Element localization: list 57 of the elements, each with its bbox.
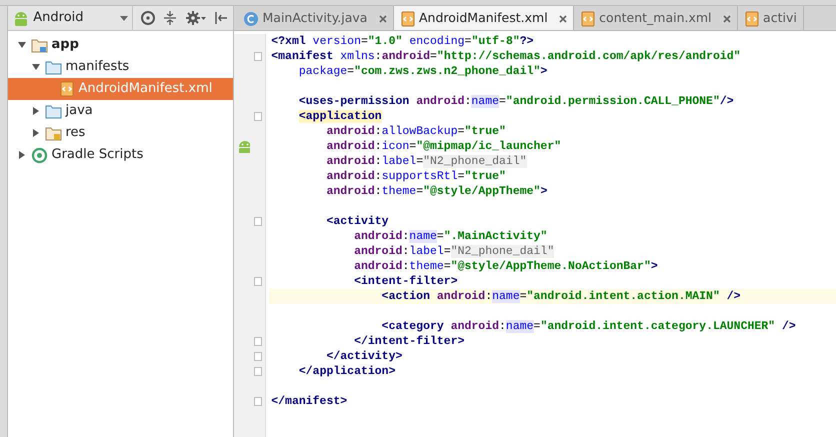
collapsed-arrow-icon[interactable] — [19, 151, 25, 160]
collapse-icon[interactable] — [162, 10, 178, 26]
close-icon[interactable] — [722, 14, 731, 22]
caret-icon — [120, 16, 128, 20]
close-icon[interactable] — [558, 14, 567, 22]
code-line: <category android:name="android.intent.category.LAUNCHER" /> — [380, 319, 797, 334]
fold-marker-icon[interactable] — [254, 337, 262, 346]
code-line: <manifest xmlns:android="http://schemas.android.com/apk/res/android" — [270, 49, 742, 64]
code-line: android:name=".MainActivity" — [353, 229, 548, 244]
tree-item[interactable]: java — [8, 100, 233, 122]
android-icon — [12, 10, 30, 26]
fold-marker-icon[interactable] — [254, 367, 262, 376]
fold-marker-icon[interactable] — [254, 112, 262, 122]
expanded-arrow-icon[interactable] — [18, 42, 26, 48]
fold-marker-icon[interactable] — [254, 217, 262, 226]
xml-file-icon — [59, 81, 76, 98]
code-line: android:label="N2_phone_dail" — [325, 154, 528, 170]
gradle-icon — [31, 146, 48, 164]
fold-marker-icon[interactable] — [254, 352, 262, 362]
tree-item[interactable]: res — [8, 122, 233, 144]
settings-icon[interactable] — [184, 10, 206, 26]
tree-item[interactable]: manifests — [8, 56, 233, 78]
tree-item[interactable]: app — [8, 34, 233, 56]
code-line: android:theme="@style/AppTheme"> — [325, 184, 548, 200]
xml-file-icon — [744, 10, 760, 26]
code-line: android:icon="@mipmap/ic_launcher" — [325, 139, 562, 154]
close-icon[interactable] — [378, 14, 387, 22]
resource-folder-icon — [45, 126, 62, 141]
folder-icon — [45, 60, 62, 75]
code-line: <?xml version="1.0" encoding="utf-8"?> — [270, 34, 535, 50]
module-folder-icon — [31, 38, 48, 53]
code-line: android:theme="@style/AppTheme.NoActionBar"> — [353, 259, 659, 274]
fold-marker-icon[interactable] — [254, 277, 262, 286]
code-line: </manifest> — [270, 394, 348, 410]
hide-panel-icon[interactable] — [213, 10, 229, 26]
code-line: <intent-filter> — [353, 274, 459, 290]
code-line: <activity — [325, 214, 390, 230]
code-line: android:allowBackup="true" — [325, 124, 507, 140]
target-icon[interactable] — [140, 10, 156, 26]
code-line: <uses-permission android:name="android.permission.CALL_PHONE"/> — [298, 94, 735, 110]
expanded-arrow-icon[interactable] — [32, 64, 40, 70]
folder-icon — [45, 104, 62, 119]
code-line: android:supportsRtl="true" — [325, 169, 507, 184]
fold-marker-icon[interactable] — [254, 52, 262, 62]
collapsed-arrow-icon[interactable] — [33, 129, 39, 138]
xml-file-icon — [580, 10, 596, 26]
class-icon — [243, 10, 260, 26]
code-line: android:label="N2_phone_dail" — [353, 244, 556, 260]
code-line: </intent-filter> — [353, 334, 466, 350]
code-line: </activity> — [325, 349, 404, 364]
code-line: package="com.zws.zws.n2_phone_dail"> — [298, 64, 548, 80]
tree-item[interactable]: Gradle Scripts — [8, 144, 233, 166]
collapsed-arrow-icon[interactable] — [33, 107, 39, 116]
xml-file-icon — [400, 10, 416, 26]
code-line: </application> — [298, 364, 396, 380]
editor-tab[interactable]: AndroidManifest.xml — [394, 6, 574, 30]
fold-marker-icon[interactable] — [254, 397, 262, 406]
